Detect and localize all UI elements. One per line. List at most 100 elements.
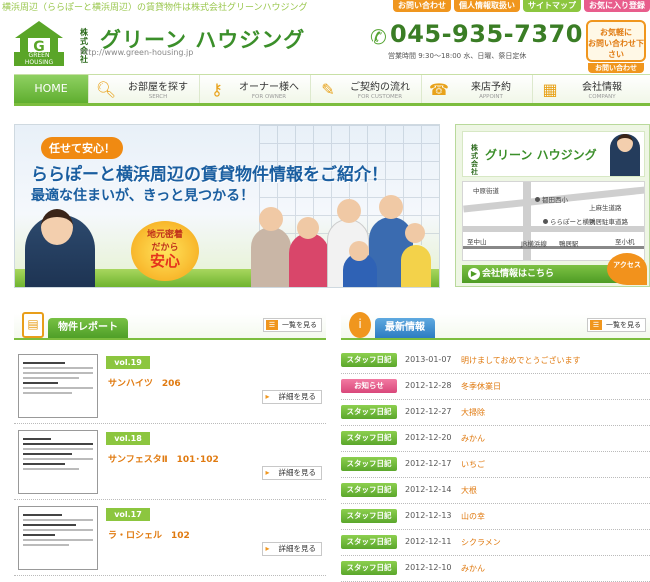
news-title-link[interactable]: いちご <box>461 459 485 470</box>
news-row[interactable]: お知らせ 2012-12-28 冬季休業日 <box>341 374 650 400</box>
access-map[interactable]: 中原街道 都田西小 上麻生道路 ららぽーと横浜 鴨居駐車道路 至中山 JR横浜線… <box>462 181 645 261</box>
family-head <box>337 199 361 223</box>
map-label: 上麻生道路 <box>589 204 622 212</box>
phone-icon: ✆ <box>370 25 387 49</box>
news-title-link[interactable]: みかん <box>461 433 485 444</box>
chevron-right-icon: ▸ <box>265 392 270 401</box>
report-item[interactable]: vol.19 サンハイツ 206 ▸ 詳細を見る <box>14 350 326 424</box>
report-name[interactable]: ラ・ロシェル 102 <box>108 528 190 541</box>
report-thumbnail <box>18 354 98 418</box>
thumb-line <box>23 392 72 394</box>
family-member <box>289 233 329 287</box>
news-title-link[interactable]: シクラメン <box>461 537 501 548</box>
thumb-line <box>23 534 55 536</box>
thumb-line <box>23 463 65 465</box>
thumb-line <box>23 453 72 455</box>
telephone-icon: ☎ <box>429 79 449 99</box>
receptionist-face <box>617 134 633 152</box>
news-title-link[interactable]: 冬季休業日 <box>461 381 501 392</box>
report-list-label: 一覧を見る <box>282 321 317 329</box>
thumb-line <box>23 524 76 526</box>
news-date: 2012-12-13 <box>405 511 452 520</box>
thumb-line <box>23 377 79 379</box>
news-list-button[interactable]: ☰ 一覧を見る <box>587 318 646 332</box>
nav-item-search[interactable]: 🔍︎ お部屋を探す SERCH <box>88 75 199 103</box>
map-label: 鴨居駐車道路 <box>589 218 628 226</box>
top-strip: 横浜周辺（ららぽーと横浜周辺）の賃貸物件は株式会社グリーンハウジング お問い合わ… <box>0 0 650 16</box>
map-road <box>463 226 644 232</box>
business-hours: 営業時間 9:30〜18:00 水、日曜、祭日定休 <box>388 52 527 60</box>
news-date: 2012-12-27 <box>405 407 452 416</box>
site-tagline: 横浜周辺（ららぽーと横浜周辺）の賃貸物件は株式会社グリーンハウジング <box>2 3 308 13</box>
arrow-right-icon: ▶ <box>468 268 480 280</box>
news-title-link[interactable]: 大掃除 <box>461 407 485 418</box>
top-link-privacy[interactable]: 個人情報取扱い <box>454 0 520 12</box>
news-title-link[interactable]: みかん <box>461 563 485 574</box>
map-label: 至中山 <box>467 238 487 246</box>
thumb-line <box>23 448 93 450</box>
news-row[interactable]: スタッフ日記 2012-12-10 みかん <box>341 556 650 582</box>
nav-home[interactable]: HOME <box>14 75 88 103</box>
local-big: 安心 <box>149 252 180 270</box>
news-row[interactable]: スタッフ日記 2012-12-11 シクラメン <box>341 530 650 556</box>
report-item[interactable]: vol.18 サンフェスタⅡ 101･102 ▸ 詳細を見る <box>14 426 326 500</box>
news-date: 2012-12-17 <box>405 459 452 468</box>
company-type-label: 株式会社 <box>80 28 88 64</box>
access-badge[interactable]: アクセス <box>607 253 647 285</box>
nav-label: お部屋を探す <box>128 82 188 93</box>
nav-item-appoint[interactable]: ☎ 来店予約 APPOINT <box>421 75 532 103</box>
news-category-badge: スタッフ日記 <box>341 509 397 523</box>
top-link-bookmark[interactable]: お気に入り登録 <box>584 0 650 12</box>
map-label: 鴨居駅 <box>559 240 579 248</box>
family-head <box>349 241 369 261</box>
news-category-badge: スタッフ日記 <box>341 405 397 419</box>
report-detail-button[interactable]: ▸ 詳細を見る <box>261 466 322 480</box>
news-list-label: 一覧を見る <box>606 321 641 329</box>
news-row[interactable]: スタッフ日記 2012-12-14 大根 <box>341 478 650 504</box>
report-name[interactable]: サンフェスタⅡ 101･102 <box>108 452 219 465</box>
nav-item-company[interactable]: ▦ 会社情報 COMPANY <box>532 75 643 103</box>
thumb-line <box>23 468 79 470</box>
nav-sub: COMPANY <box>588 94 616 100</box>
news-row[interactable]: スタッフ日記 2012-12-13 山の幸 <box>341 504 650 530</box>
report-name[interactable]: サンハイツ 206 <box>108 376 181 389</box>
report-detail-button[interactable]: ▸ 詳細を見る <box>261 542 322 556</box>
family-head <box>297 217 319 239</box>
news-row[interactable]: スタッフ日記 2012-12-20 みかん <box>341 426 650 452</box>
pencil-icon: ✎ <box>321 79 335 99</box>
news-title-link[interactable]: 山の幸 <box>461 511 485 522</box>
news-row[interactable]: スタッフ日記 2013-01-07 明けましておめでとうございます <box>341 348 650 374</box>
report-item[interactable]: vol.17 ラ・ロシェル 102 ▸ 詳細を見る <box>14 502 326 576</box>
contact-sub-label: お問い合わせ <box>588 63 644 73</box>
family-member <box>401 245 431 287</box>
report-detail-label: 詳細を見る <box>278 392 317 401</box>
chevron-right-icon: ▸ <box>265 468 270 477</box>
news-row[interactable]: スタッフ日記 2012-12-27 大掃除 <box>341 400 650 426</box>
report-thumbnail <box>18 430 98 494</box>
side-brand-card[interactable]: 株式会社 グリーン ハウジング <box>462 131 645 177</box>
top-link-contact[interactable]: お問い合わせ <box>393 0 451 12</box>
top-links: お問い合わせ 個人情報取扱い サイトマップ お気に入り登録 <box>393 0 650 12</box>
nav-sub: APPOINT <box>479 94 503 100</box>
news-title-link[interactable]: 大根 <box>461 485 477 496</box>
side-brand-name: グリーン ハウジング <box>485 148 597 162</box>
clipboard-icon: ▤ <box>22 312 44 338</box>
news-title-link[interactable]: 明けましておめでとうございます <box>461 355 581 366</box>
nav-item-contract[interactable]: ✎ ご契約の流れ FOR CUSTOMER <box>310 75 421 103</box>
chevron-right-icon: ▸ <box>265 544 270 553</box>
hero-title: ららぽーと横浜周辺の賃貸物件情報をご紹介！ <box>31 165 388 185</box>
contact-line-1: お気軽に <box>600 28 632 37</box>
nav-item-owner[interactable]: ⚷ オーナー様へ FOR OWNER <box>199 75 310 103</box>
nav-label: 会社情報 <box>582 82 622 93</box>
news-row[interactable]: スタッフ日記 2012-12-17 いちご <box>341 452 650 478</box>
news-category-badge: お知らせ <box>341 379 397 393</box>
building-icon: ▦ <box>542 79 558 99</box>
thumb-line <box>23 539 93 541</box>
top-link-sitemap[interactable]: サイトマップ <box>523 0 581 12</box>
report-detail-button[interactable]: ▸ 詳細を見る <box>261 390 322 404</box>
report-list-button[interactable]: ☰ 一覧を見る <box>263 318 322 332</box>
hero-banner[interactable]: 任せて安心！ ららぽーと横浜周辺の賃貸物件情報をご紹介！ 最適な住まいが、きっと… <box>14 124 440 288</box>
report-vol-badge: vol.19 <box>106 356 150 369</box>
thumb-line <box>23 438 51 440</box>
contact-button[interactable]: お気軽に お問い合わせ下さい お問い合わせ <box>586 20 646 73</box>
